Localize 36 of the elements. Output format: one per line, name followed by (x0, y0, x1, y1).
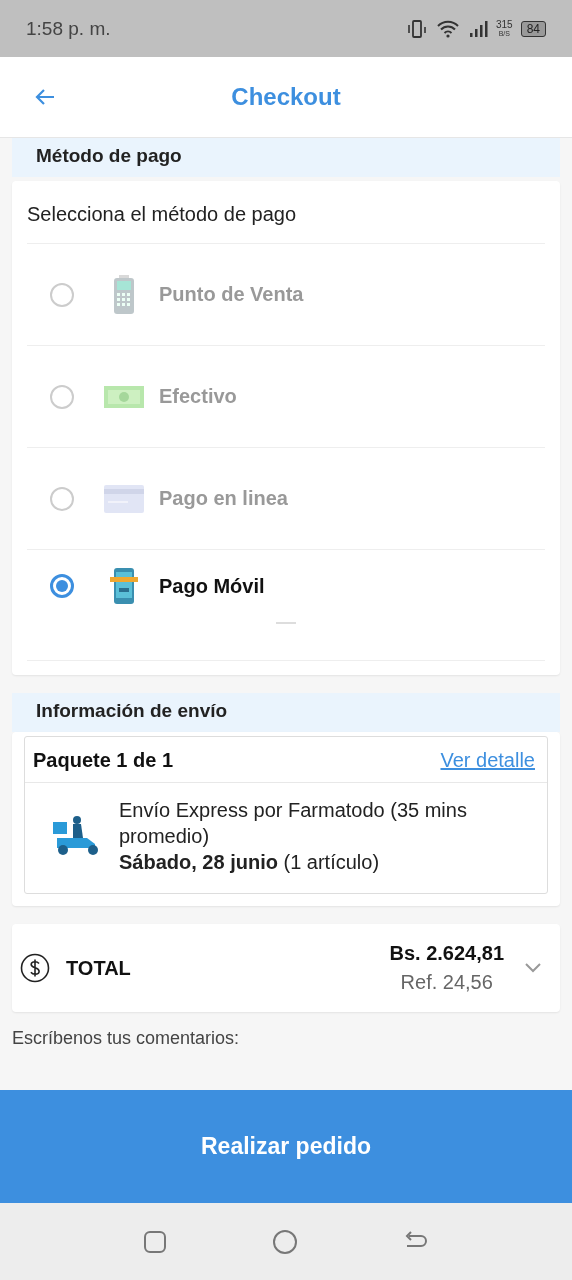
back-arrow-icon[interactable] (34, 87, 56, 107)
section-header: Información de envío (12, 693, 560, 732)
vibrate-icon (405, 18, 428, 39)
home-circle-icon[interactable] (272, 1228, 298, 1255)
delivery-description: Envío Express por Farmatodo (35 mins promedio) (119, 798, 468, 849)
delivery-date: Sábado, 28 junio (1 artículo) (119, 850, 381, 875)
radio-button[interactable] (50, 486, 74, 511)
payment-prompt: Selecciona el método de pago (27, 181, 545, 244)
payment-option[interactable]: Pago Móvil (27, 550, 545, 622)
place-order-button[interactable]: Realizar pedido (0, 1090, 572, 1203)
battery-icon: 84 (520, 20, 546, 37)
reference-amount: Ref. 24,56 (400, 971, 493, 994)
wifi-icon (435, 18, 460, 39)
payment-option[interactable]: Pago en linea (27, 448, 545, 550)
dollar-circle-icon (20, 953, 50, 983)
detail-link[interactable]: Ver detalle (440, 749, 535, 772)
drag-handle (276, 622, 296, 624)
radio-button[interactable] (50, 574, 74, 598)
square-nav-icon[interactable] (143, 1229, 167, 1254)
banknote-icon (104, 385, 144, 408)
radio-button[interactable] (50, 282, 74, 307)
total-amount: Bs. 2.624,81 (389, 942, 504, 965)
credit-card-icon (104, 484, 144, 513)
network-speed: 315 (495, 19, 513, 30)
section-header: Método de pago (12, 138, 560, 177)
package-title: Paquete 1 de 1 (33, 749, 174, 772)
status-time: 1:58 p. m. (26, 17, 111, 40)
payment-option[interactable]: Efectivo (27, 346, 545, 448)
signal-icon (467, 18, 488, 39)
page-title: Checkout (231, 83, 341, 111)
radio-button[interactable] (50, 384, 74, 409)
total-label: TOTAL (66, 956, 132, 980)
comments-label: Escríbenos tus comentarios: (11, 1027, 241, 1050)
chevron-down-icon[interactable] (524, 962, 542, 974)
payment-option[interactable]: Punto de Venta (27, 244, 545, 346)
total-card[interactable]: TOTAL Bs. 2.624,81 Ref. 24,56 (12, 924, 560, 1012)
